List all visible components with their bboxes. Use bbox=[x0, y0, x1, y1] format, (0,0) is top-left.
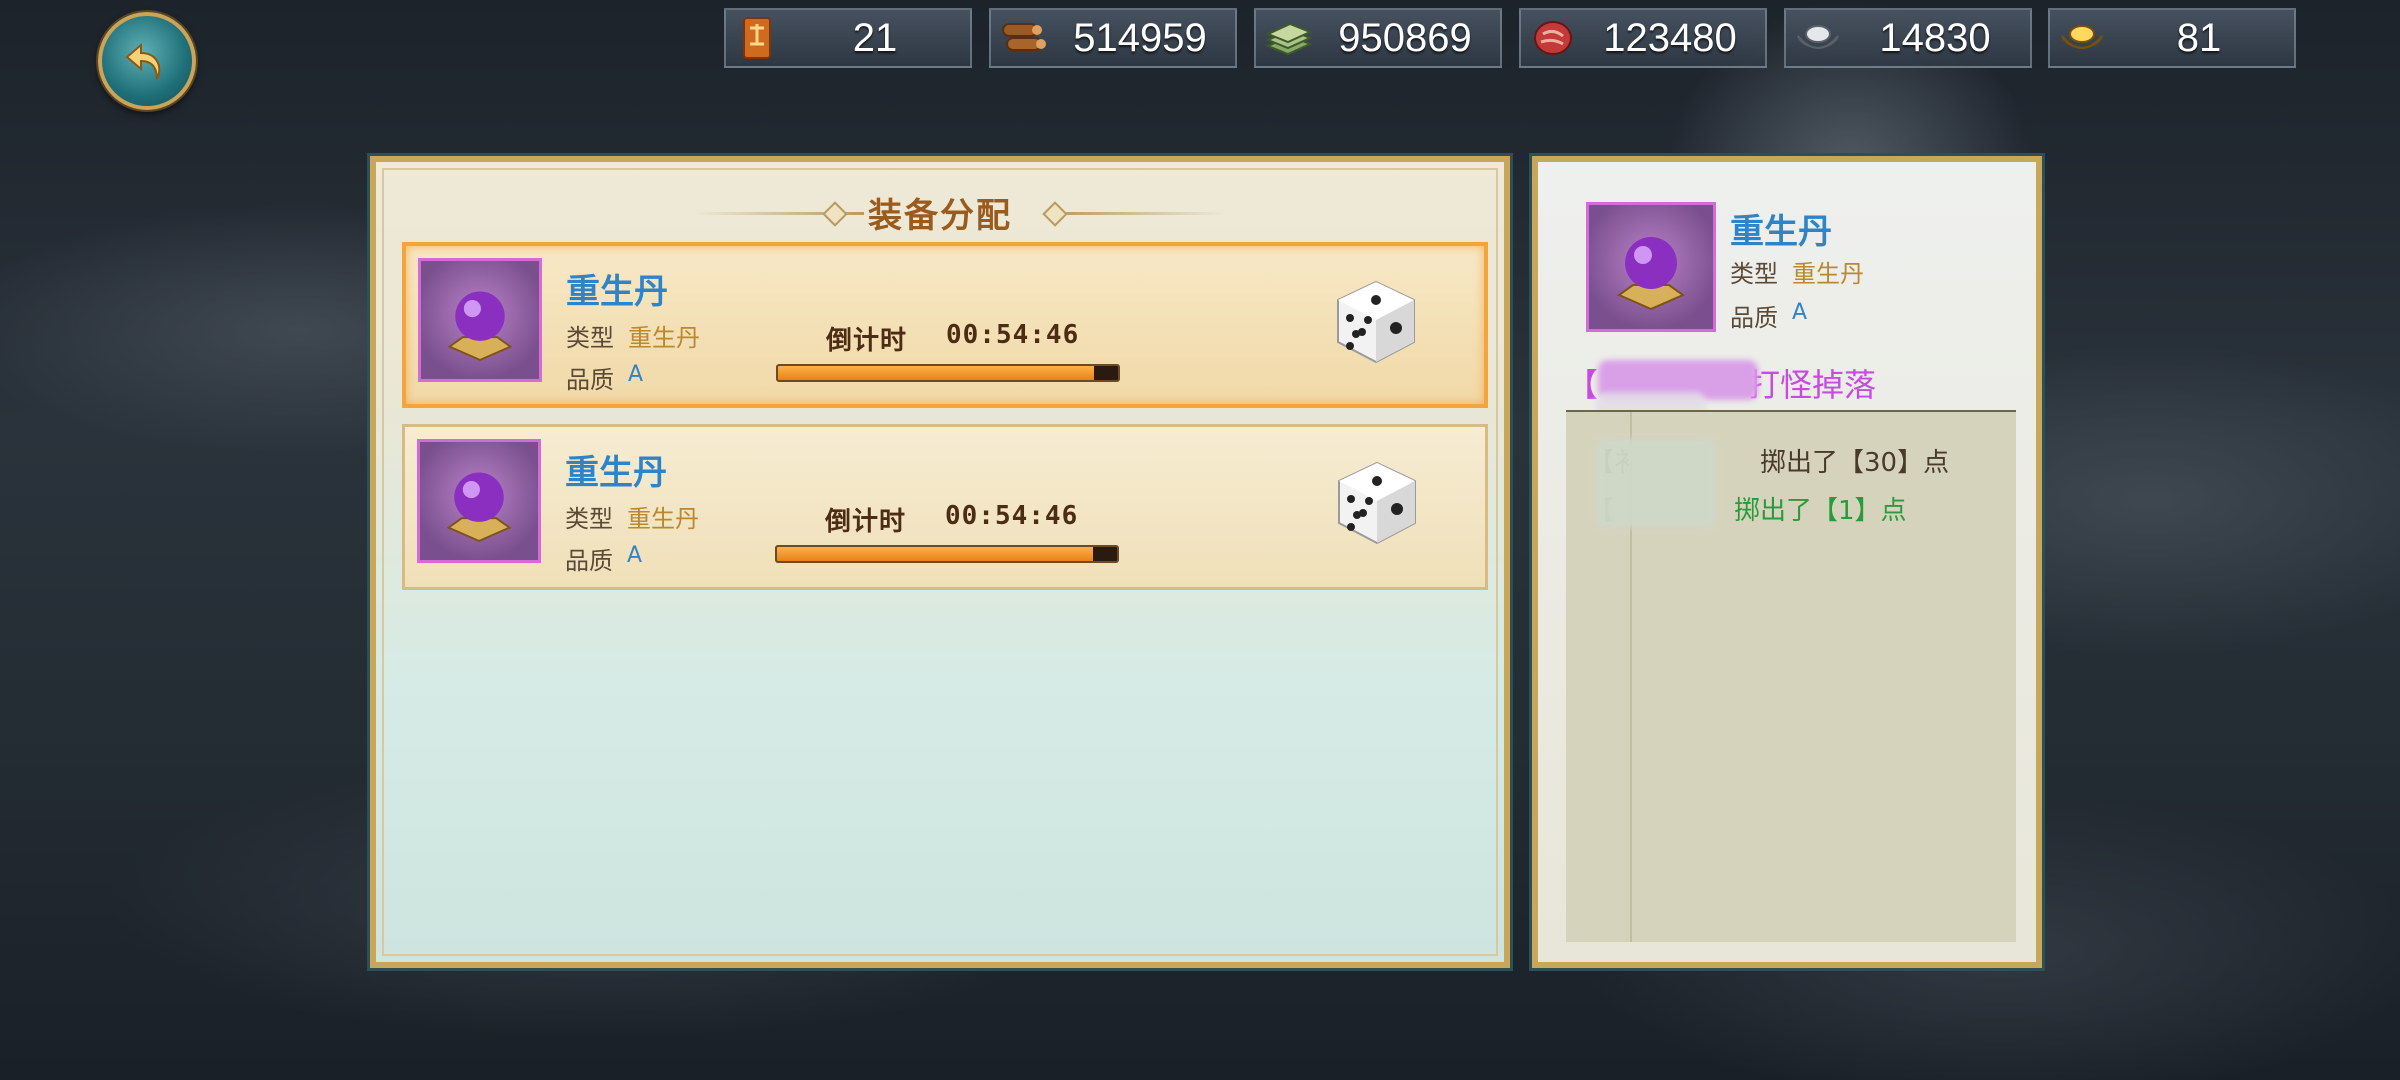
gold-ingot-icon bbox=[2061, 25, 2103, 50]
quality-value: A bbox=[628, 362, 644, 387]
countdown-time: 00:54:46 bbox=[946, 320, 1080, 350]
log-text: 掷出了【1】点 bbox=[1734, 496, 1907, 526]
pill-orb-icon bbox=[418, 258, 542, 382]
countdown-time: 00:54:46 bbox=[945, 501, 1079, 531]
dice-roll-button[interactable] bbox=[1330, 276, 1422, 368]
resource-cash[interactable]: 950869 bbox=[1254, 8, 1502, 68]
progress-fill bbox=[777, 547, 1094, 561]
silver-ingot-icon bbox=[1797, 25, 1839, 50]
resource-token[interactable]: 21 bbox=[724, 8, 972, 68]
source-prefix: 【 bbox=[1566, 366, 1599, 404]
item-name: 重生丹 bbox=[566, 272, 668, 312]
resource-value: 81 bbox=[2176, 16, 2222, 60]
quality-value: A bbox=[627, 543, 643, 568]
detail-quality-value: A bbox=[1792, 300, 1808, 325]
resource-value: 123480 bbox=[1603, 16, 1737, 60]
type-label: 类型 bbox=[565, 505, 613, 533]
meat-icon bbox=[1534, 21, 1572, 55]
back-button[interactable] bbox=[98, 12, 196, 110]
equipment-allocation-panel: 装备分配 重生丹 类型 重生丹 品质 A 倒计时 00:54:46 重生丹 类型… bbox=[367, 153, 1513, 971]
resource-value: 21 bbox=[852, 16, 898, 60]
type-value: 重生丹 bbox=[627, 505, 699, 533]
resource-value: 14830 bbox=[1879, 16, 1991, 60]
panel-header: 装备分配 bbox=[376, 188, 1504, 238]
wood-logs-icon bbox=[1002, 23, 1046, 51]
resource-silver[interactable]: 14830 bbox=[1784, 8, 2032, 68]
resource-value: 514959 bbox=[1073, 16, 1207, 60]
countdown-label: 倒计时 bbox=[826, 326, 908, 356]
resource-gold[interactable]: 81 bbox=[2048, 8, 2296, 68]
dice-roll-button[interactable] bbox=[1331, 457, 1423, 549]
panel-title: 装备分配 bbox=[868, 196, 1012, 236]
allocation-row[interactable]: 重生丹 类型 重生丹 品质 A 倒计时 00:54:46 bbox=[402, 242, 1488, 408]
item-detail-panel: 重生丹 类型 重生丹 品质 A 【打怪掉落 【衤掷出了【30】点 【掷出了【1】… bbox=[1529, 153, 2045, 971]
token-scroll-icon bbox=[743, 17, 771, 59]
detail-quality-label: 品质 bbox=[1730, 304, 1778, 332]
countdown-progress-bar bbox=[776, 364, 1120, 382]
countdown-progress-bar bbox=[775, 545, 1119, 563]
type-label: 类型 bbox=[566, 324, 614, 352]
quality-label: 品质 bbox=[565, 547, 613, 575]
countdown-label: 倒计时 bbox=[825, 507, 907, 537]
detail-type-value: 重生丹 bbox=[1792, 260, 1864, 288]
source-suffix: 打怪掉落 bbox=[1748, 366, 1877, 404]
allocation-row[interactable]: 重生丹 类型 重生丹 品质 A 倒计时 00:54:46 bbox=[402, 424, 1488, 590]
cash-stack-icon bbox=[1265, 22, 1312, 56]
redacted-blur bbox=[1596, 438, 1716, 528]
progress-fill bbox=[778, 366, 1095, 380]
pill-orb-icon bbox=[1586, 202, 1716, 332]
resource-value: 950869 bbox=[1338, 16, 1472, 60]
back-arrow-icon bbox=[125, 42, 161, 80]
type-value: 重生丹 bbox=[628, 324, 700, 352]
pill-orb-icon bbox=[417, 439, 541, 563]
resource-wood[interactable]: 514959 bbox=[989, 8, 1237, 68]
log-text: 掷出了【30】点 bbox=[1760, 448, 1950, 478]
item-name: 重生丹 bbox=[565, 453, 667, 493]
resource-meat[interactable]: 123480 bbox=[1519, 8, 1767, 68]
detail-item-name: 重生丹 bbox=[1730, 212, 1832, 252]
quality-label: 品质 bbox=[566, 366, 614, 394]
detail-type-label: 类型 bbox=[1730, 260, 1778, 288]
